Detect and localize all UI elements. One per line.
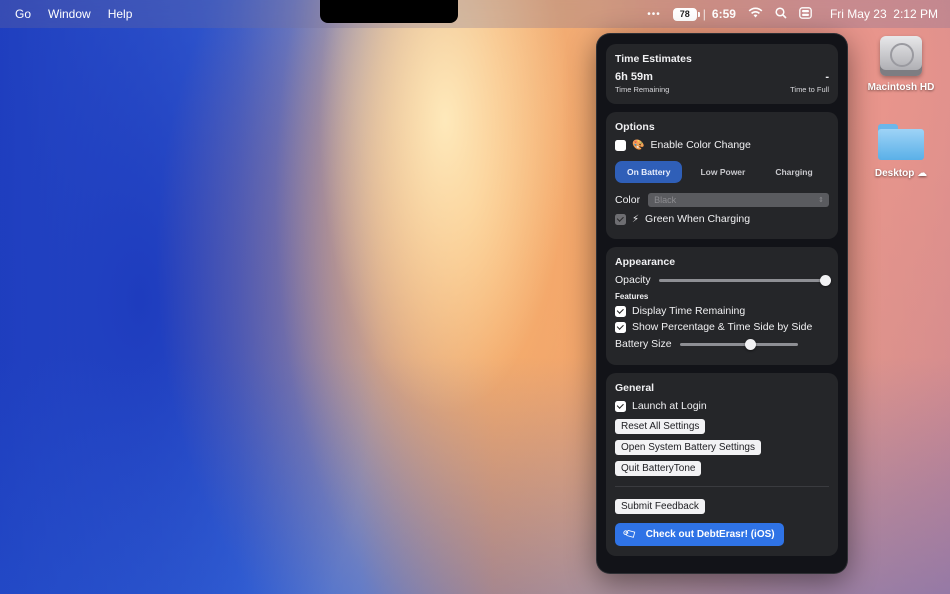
green-when-charging-row[interactable]: ⚡︎ Green When Charging: [615, 213, 829, 225]
time-to-full-label: Time to Full: [790, 85, 829, 94]
menu-window[interactable]: Window: [48, 7, 91, 21]
battery-time: 6:59: [711, 7, 736, 21]
divider: [615, 486, 829, 487]
launch-at-login-row[interactable]: Launch at Login: [615, 400, 829, 412]
time-remaining-label: Time Remaining: [615, 85, 670, 94]
camera-notch: [320, 0, 458, 23]
general-title: General: [615, 382, 655, 394]
desktop-icon-label: Macintosh HD: [867, 82, 935, 93]
open-system-battery-settings-button[interactable]: Open System Battery Settings: [615, 440, 761, 455]
options-title: Options: [615, 121, 655, 133]
battery-status-item[interactable]: 78 | 6:59: [672, 7, 736, 21]
battery-size-slider-thumb[interactable]: [744, 338, 756, 350]
launch-at-login-checkbox[interactable]: [615, 400, 626, 412]
status-separator: |: [702, 7, 706, 21]
segment-on-battery[interactable]: On Battery: [615, 161, 683, 183]
palette-icon: 🎨: [632, 139, 645, 151]
opacity-slider[interactable]: [658, 274, 831, 286]
time-estimates-title: Time Estimates: [615, 53, 692, 65]
icloud-icon: ☁: [917, 168, 928, 179]
green-when-charging-label: Green When Charging: [645, 213, 751, 225]
menu-help[interactable]: Help: [108, 7, 133, 21]
time-estimates-card: Time Estimates 6h 59m Time Remaining - T…: [606, 44, 838, 104]
control-center-icon[interactable]: [799, 6, 812, 22]
battery-icon: 78: [672, 7, 700, 21]
quit-button[interactable]: Quit BatteryTone: [615, 461, 702, 476]
check-out-debterasr-button[interactable]: 🏷︎ Check out DebtErasr! (iOS): [615, 523, 784, 546]
time-to-full-value: -: [825, 71, 829, 83]
segment-charging[interactable]: Charging: [763, 161, 824, 183]
appearance-card: Appearance Opacity Features Display Time…: [606, 247, 838, 365]
more-menu-icon[interactable]: •••: [647, 9, 661, 20]
mode-segmented-control: On Battery Low Power Charging: [615, 161, 829, 183]
folder-icon: [878, 124, 924, 160]
reset-all-settings-button[interactable]: Reset All Settings: [615, 419, 706, 434]
general-card: General Launch at Login Reset All Settin…: [606, 373, 838, 556]
features-label: Features: [615, 292, 649, 301]
tag-icon: 🏷︎: [622, 526, 639, 543]
display-time-remaining-row[interactable]: Display Time Remaining: [615, 305, 829, 317]
display-time-remaining-label: Display Time Remaining: [632, 305, 746, 317]
desktop-icon-label: Desktop ☁: [874, 168, 928, 179]
menu-go[interactable]: Go: [15, 7, 31, 21]
enable-color-change-row[interactable]: 🎨 Enable Color Change: [615, 139, 829, 151]
side-by-side-row[interactable]: Show Percentage & Time Side by Side: [615, 321, 829, 333]
battery-size-label: Battery Size: [615, 338, 672, 350]
opacity-row: Opacity: [615, 274, 831, 286]
check-out-label: Check out DebtErasr! (iOS): [645, 529, 775, 540]
bolt-icon: ⚡︎: [632, 213, 640, 225]
color-row: Color Black ⇕: [615, 193, 829, 207]
enable-color-change-label: Enable Color Change: [650, 139, 751, 151]
search-icon[interactable]: [775, 6, 787, 22]
side-by-side-label: Show Percentage & Time Side by Side: [632, 321, 813, 333]
chevron-updown-icon: ⇕: [818, 197, 824, 204]
launch-at-login-label: Launch at Login: [632, 400, 707, 412]
segment-low-power[interactable]: Low Power: [688, 161, 757, 183]
time-remaining-value: 6h 59m: [615, 71, 653, 83]
options-card: Options 🎨 Enable Color Change On Battery…: [606, 112, 838, 239]
battery-size-row: Battery Size: [615, 338, 829, 350]
clock[interactable]: Fri May 23 2:12 PM: [824, 7, 938, 21]
opacity-label: Opacity: [615, 274, 651, 286]
desktop-icon-desktop-folder[interactable]: Desktop ☁: [856, 120, 946, 179]
batterytone-panel: Time Estimates 6h 59m Time Remaining - T…: [596, 33, 848, 574]
submit-feedback-button[interactable]: Submit Feedback: [615, 499, 705, 514]
battery-size-slider[interactable]: [679, 338, 798, 350]
menu-bar: Go Window Help ••• 78 | 6:59 Fri May 23 …: [0, 0, 950, 28]
opacity-slider-thumb[interactable]: [819, 274, 831, 286]
green-when-charging-checkbox[interactable]: [615, 213, 626, 225]
hard-drive-icon: [880, 36, 922, 76]
side-by-side-checkbox[interactable]: [615, 321, 626, 333]
wifi-icon[interactable]: [748, 7, 763, 21]
desktop-icon-macintosh-hd[interactable]: Macintosh HD: [856, 36, 946, 93]
appearance-title: Appearance: [615, 256, 676, 268]
display-time-remaining-checkbox[interactable]: [615, 305, 626, 317]
battery-percent: 78: [679, 9, 690, 19]
color-label: Color: [615, 194, 641, 206]
color-select[interactable]: Black ⇕: [648, 193, 829, 207]
enable-color-change-checkbox[interactable]: [615, 139, 626, 151]
color-select-value: Black: [654, 195, 677, 205]
